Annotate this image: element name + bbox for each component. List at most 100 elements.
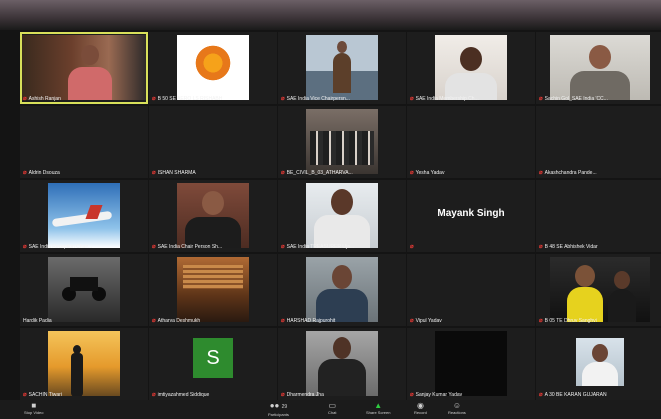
participant-video: [48, 257, 120, 322]
chat-icon: ▭: [328, 401, 336, 410]
participant-name: ⌀ Atharva Deshmukh: [152, 317, 201, 325]
participant-name: ⌀ Dharmendra Jha: [281, 391, 324, 399]
participants-icon: ●● 29: [269, 401, 288, 410]
participant-name: ⌀ Vipul Yadav: [410, 317, 442, 325]
video-tile[interactable]: ⌀ SAE India TREASURER Uja...: [278, 180, 406, 252]
participant-name: ⌀ Ashish Ranjan: [23, 95, 61, 103]
video-tile[interactable]: ⌀ SAE India Chair Person Sh...: [149, 180, 277, 252]
mic-muted-icon: ⌀: [410, 392, 414, 398]
mic-muted-icon: ⌀: [539, 392, 543, 398]
mic-muted-icon: ⌀: [23, 170, 27, 176]
reactions-button[interactable]: ☺ Reactions: [448, 401, 466, 415]
video-tile[interactable]: Mayank Singh ⌀: [407, 180, 535, 252]
video-tile[interactable]: ⌀ Dharmendra Jha: [278, 328, 406, 400]
participant-display-name: Mayank Singh: [437, 208, 505, 219]
mic-muted-icon: ⌀: [152, 318, 156, 324]
participant-name: ⌀ Sachin Gol_SAE India 'CC...: [539, 95, 608, 103]
participant-video: [435, 35, 507, 100]
mic-muted-icon: ⌀: [410, 244, 414, 250]
reactions-icon: ☺: [452, 401, 461, 410]
mic-muted-icon: ⌀: [410, 318, 414, 324]
mic-muted-icon: ⌀: [281, 318, 285, 324]
participant-name: ⌀ Aldrin Dsouza: [23, 169, 60, 177]
mic-muted-icon: ⌀: [152, 392, 156, 398]
mic-muted-icon: ⌀: [281, 392, 285, 398]
video-tile[interactable]: ⌀ Vipul Yadav: [407, 254, 535, 326]
video-tile[interactable]: ⌀ Ashish Ranjan: [20, 32, 148, 104]
mic-muted-icon: ⌀: [23, 96, 27, 102]
video-tile[interactable]: ⌀ SACHIN Tiwari: [20, 328, 148, 400]
participant-video: [550, 257, 650, 322]
participant-name: ⌀ A 30 BE KARAN GUJARAN: [539, 391, 607, 399]
video-tile[interactable]: ⌀ BE_CIVIL_B_03_ATHARVA...: [278, 106, 406, 178]
participant-video: [576, 338, 624, 386]
participant-name: ⌀ SAE India Membership Ch...: [410, 95, 479, 103]
video-tile[interactable]: ⌀ B 50 SE AERO LS RISHABH: [149, 32, 277, 104]
meeting-toolbar: ■ Stop Video ●● 29 Participants ▭ Chat ▲…: [0, 400, 661, 419]
mic-muted-icon: ⌀: [23, 244, 27, 250]
participant-video: [306, 109, 378, 174]
participant-name: ⌀ B 48 SE Abhishek Vidar: [539, 243, 598, 251]
participant-name: ⌀ B 05 TE Dhruv Sanghvi: [539, 317, 597, 325]
participant-name: ⌀ SAE India Chair Person Sh...: [152, 243, 223, 251]
participant-name: ⌀ Yesha Yadav: [410, 169, 445, 177]
participant-name: ⌀ SAE India Reception Chair...: [23, 243, 92, 251]
video-tile[interactable]: S ⌀ imtiyazahmed Siddique: [149, 328, 277, 400]
video-camera-icon: ■: [31, 401, 37, 410]
participant-name: ⌀ B 50 SE AERO LS RISHABH: [152, 95, 223, 103]
video-tile[interactable]: ⌀ Akashchandra Pande...: [536, 106, 661, 178]
participant-name: ⌀ HARSHAD Rajpurohit: [281, 317, 336, 325]
video-tile[interactable]: ⌀ Sanjay Kumar Yadav: [407, 328, 535, 400]
participant-video: [48, 183, 120, 248]
participant-name: ⌀ BE_CIVIL_B_03_ATHARVA...: [281, 169, 353, 177]
video-tile[interactable]: ⌀ SAE India Reception Chair...: [20, 180, 148, 252]
video-tile[interactable]: ⌀ ISHAN SHARMA: [149, 106, 277, 178]
participants-button[interactable]: ●● 29 Participants: [268, 401, 289, 417]
mic-muted-icon: ⌀: [410, 170, 414, 176]
participant-video: [177, 257, 249, 322]
participant-name: ⌀ ISHAN SHARMA: [152, 169, 196, 177]
mic-muted-icon: ⌀: [539, 170, 543, 176]
participant-video: [435, 331, 507, 396]
participant-name: ⌀ imtiyazahmed Siddique: [152, 391, 210, 399]
stop-video-button[interactable]: ■ Stop Video: [24, 401, 44, 415]
participant-video: [306, 35, 378, 100]
mic-muted-icon: ⌀: [281, 96, 285, 102]
participant-video: [48, 331, 120, 396]
record-button[interactable]: ◉ Record: [414, 401, 427, 415]
mic-muted-icon: ⌀: [23, 392, 27, 398]
video-tile[interactable]: Hardik Padia: [20, 254, 148, 326]
mic-muted-icon: ⌀: [281, 244, 285, 250]
video-tile[interactable]: ⌀ B 48 SE Abhishek Vidar: [536, 180, 661, 252]
share-screen-button[interactable]: ▲ Share Screen: [366, 401, 390, 415]
mic-muted-icon: ⌀: [539, 244, 543, 250]
participant-video: [306, 257, 378, 322]
video-tile[interactable]: ⌀ B 05 TE Dhruv Sanghvi: [536, 254, 661, 326]
video-tile[interactable]: ⌀ A 30 BE KARAN GUJARAN: [536, 328, 661, 400]
mic-muted-icon: ⌀: [410, 96, 414, 102]
mic-muted-icon: ⌀: [539, 318, 543, 324]
share-screen-icon: ▲: [374, 401, 383, 410]
record-icon: ◉: [416, 401, 424, 410]
video-tile[interactable]: ⌀ HARSHAD Rajpurohit: [278, 254, 406, 326]
video-tile[interactable]: ⌀ Atharva Deshmukh: [149, 254, 277, 326]
window-top-bar: [0, 0, 661, 30]
video-tile[interactable]: ⌀ Yesha Yadav: [407, 106, 535, 178]
video-gallery: ⌀ Ashish Ranjan ⌀ B 50 SE AERO LS RISHABH …: [20, 32, 661, 400]
mic-muted-icon: ⌀: [152, 170, 156, 176]
participant-name: Hardik Padia: [23, 318, 52, 324]
mic-muted-icon: ⌀: [152, 96, 156, 102]
participant-video: [306, 331, 378, 396]
participant-video: [22, 35, 146, 100]
video-tile[interactable]: ⌀ SAE India Vice Chairpersn...: [278, 32, 406, 104]
avatar: S: [193, 338, 233, 378]
participant-video: [306, 183, 378, 248]
chat-button[interactable]: ▭ Chat: [328, 401, 336, 415]
video-tile[interactable]: ⌀ Aldrin Dsouza: [20, 106, 148, 178]
video-tile[interactable]: ⌀ SAE India Membership Ch...: [407, 32, 535, 104]
participant-name: ⌀: [410, 243, 532, 250]
video-tile[interactable]: ⌀ Sachin Gol_SAE India 'CC...: [536, 32, 661, 104]
mic-muted-icon: ⌀: [152, 244, 156, 250]
mic-muted-icon: ⌀: [281, 170, 285, 176]
participant-name: ⌀ SAE India Vice Chairpersn...: [281, 95, 350, 103]
